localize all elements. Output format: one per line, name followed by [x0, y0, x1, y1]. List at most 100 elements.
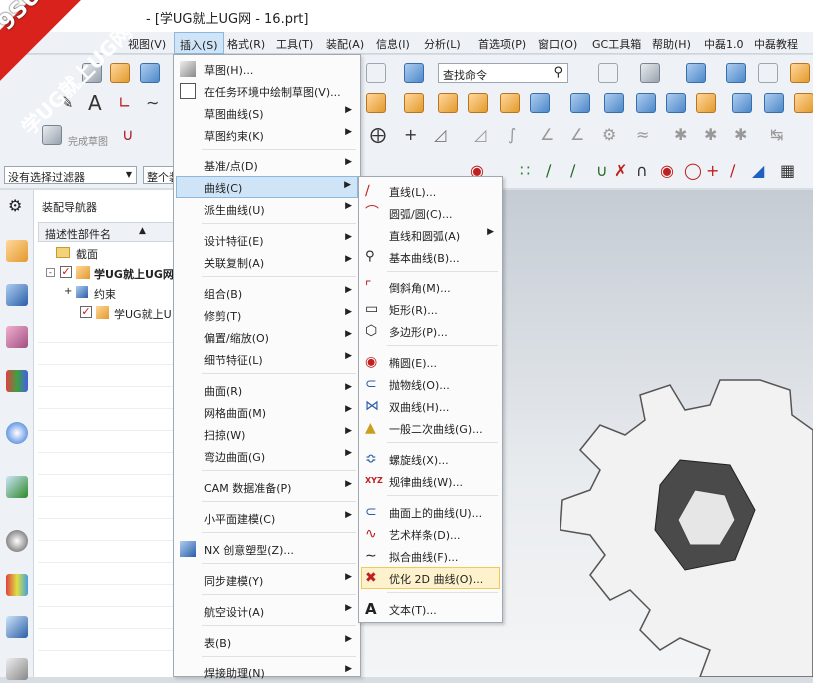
- snap-midpoint-icon[interactable]: ∕: [570, 161, 575, 181]
- save-icon[interactable]: [140, 63, 160, 83]
- submenu-item-arc-circle[interactable]: ⌒ 圆弧/圆(C)...: [361, 202, 500, 224]
- menu-insert[interactable]: 插入(S): [174, 32, 224, 54]
- submenu-item-polygon[interactable]: ⬡ 多边形(P)...: [361, 320, 500, 342]
- menu-item-sketch-curve[interactable]: 草图曲线(S) ▶: [176, 102, 358, 124]
- datum-csys-icon[interactable]: ∟: [118, 93, 131, 113]
- fit-view-icon[interactable]: [598, 63, 618, 83]
- show-constraints-icon[interactable]: ✱: [674, 125, 687, 145]
- blend-icon[interactable]: [604, 93, 624, 113]
- make-corner-icon[interactable]: ∠: [570, 125, 584, 145]
- history-icon[interactable]: [6, 530, 28, 552]
- menu-item-mesh-surface[interactable]: 网格曲面(M) ▶: [176, 401, 358, 423]
- menu-window[interactable]: 窗口(O): [538, 36, 577, 52]
- search-icon[interactable]: ⚲: [553, 65, 563, 80]
- open-folder-icon[interactable]: [110, 63, 130, 83]
- checkbox-checked-icon[interactable]: ✓: [60, 266, 72, 278]
- submenu-item-fit-curve[interactable]: ∼ 拟合曲线(F)...: [361, 545, 500, 567]
- submenu-item-general-conic[interactable]: ▲ 一般二次曲线(G)...: [361, 417, 500, 439]
- submenu-item-law-curve[interactable]: XYZ 规律曲线(W)...: [361, 470, 500, 492]
- point-icon[interactable]: +: [404, 125, 417, 145]
- sort-up-icon[interactable]: ▲: [139, 226, 146, 236]
- reuse-library-icon[interactable]: [6, 370, 28, 392]
- menu-information[interactable]: 信息(I): [376, 36, 410, 52]
- menu-item-sketch-constraint[interactable]: 草图约束(K) ▶: [176, 124, 358, 146]
- submenu-item-hyperbola[interactable]: ⋈ 双曲线(H)...: [361, 395, 500, 417]
- profile-icon[interactable]: ∪: [122, 125, 134, 145]
- menu-item-surface[interactable]: 曲面(R) ▶: [176, 379, 358, 401]
- shell-icon[interactable]: [570, 93, 590, 113]
- menu-item-trim[interactable]: 修剪(T) ▶: [176, 304, 358, 326]
- checkbox-checked-icon[interactable]: ✓: [80, 306, 92, 318]
- menu-zhonglei[interactable]: 中磊1.0: [704, 36, 744, 52]
- select-icon[interactable]: [366, 63, 386, 83]
- expand-icon[interactable]: +: [64, 286, 72, 297]
- spline-icon[interactable]: ∼: [146, 93, 159, 113]
- settings-gear-icon[interactable]: ⚙: [8, 196, 22, 215]
- assembly-navigator-icon[interactable]: [6, 240, 28, 262]
- snap-control-icon[interactable]: ∪: [596, 161, 608, 181]
- menu-help[interactable]: 帮助(H): [652, 36, 691, 52]
- menu-gc-toolkit[interactable]: GC工具箱: [592, 36, 641, 52]
- submenu-item-rectangle[interactable]: ▭ 矩形(R)...: [361, 298, 500, 320]
- menu-item-curve[interactable]: 曲线(C) ▶: [176, 176, 358, 198]
- menu-analysis[interactable]: 分析(L): [424, 36, 461, 52]
- mirror-icon[interactable]: [794, 93, 813, 113]
- menu-format[interactable]: 格式(R): [227, 36, 265, 52]
- pattern-icon[interactable]: [438, 93, 458, 113]
- menu-item-sketch[interactable]: 草图(H)...: [176, 58, 358, 80]
- text-tool-icon[interactable]: A: [88, 93, 102, 113]
- fillet-sketch-icon[interactable]: ◿: [434, 125, 446, 145]
- menu-tools[interactable]: 工具(T): [276, 36, 313, 52]
- snap-arc-center-icon[interactable]: ∩: [636, 161, 648, 181]
- menu-preferences[interactable]: 首选项(P): [478, 36, 526, 52]
- menu-item-nx-realize-shape[interactable]: NX 创意塑型(Z)...: [176, 538, 358, 560]
- constraint-navigator-icon[interactable]: [6, 284, 28, 306]
- snap-center-icon[interactable]: ◉: [660, 161, 674, 181]
- process-studio-icon[interactable]: [6, 616, 28, 638]
- menu-item-derived-curve[interactable]: 派生曲线(U) ▶: [176, 198, 358, 220]
- snap-on-curve-icon[interactable]: ∕: [730, 161, 735, 181]
- menu-assembly[interactable]: 装配(A): [326, 36, 364, 52]
- column-header[interactable]: 描述性部件名 ▲: [38, 222, 174, 242]
- finish-sketch-label[interactable]: 完成草图: [68, 133, 108, 148]
- submenu-item-basic-curve[interactable]: ⚲ 基本曲线(B)...: [361, 246, 500, 268]
- wireframe-cube-icon[interactable]: [758, 63, 778, 83]
- quick-trim-icon[interactable]: ∫: [508, 125, 516, 145]
- submenu-item-studio-spline[interactable]: ∿ 艺术样条(D)...: [361, 523, 500, 545]
- menu-item-offset-scale[interactable]: 偏置/缩放(O) ▶: [176, 326, 358, 348]
- chamfer-tool-icon[interactable]: [636, 93, 656, 113]
- circle-icon[interactable]: ⨁: [370, 125, 386, 145]
- background-icon[interactable]: [790, 63, 810, 83]
- menu-item-synchronous-modeling[interactable]: 同步建模(Y) ▶: [176, 569, 358, 591]
- snap-bounded-grid-icon[interactable]: ▦: [780, 161, 795, 181]
- snap-quadrant-icon[interactable]: ◯: [684, 161, 702, 181]
- command-search-input[interactable]: 查找命令 ⚲: [438, 63, 568, 83]
- web-browser-icon[interactable]: [6, 476, 28, 498]
- menu-zhonglei-tutorial[interactable]: 中磊教程: [754, 36, 798, 52]
- gear-model[interactable]: [560, 370, 813, 677]
- unite-icon[interactable]: [500, 93, 520, 113]
- snap-endpoint-icon[interactable]: ∕: [546, 161, 551, 181]
- snap-point-icon[interactable]: +: [706, 161, 719, 181]
- part-navigator-icon[interactable]: [6, 326, 28, 348]
- selection-filter-select[interactable]: 没有选择过滤器 ▼: [4, 166, 137, 184]
- sweep-icon[interactable]: [530, 93, 550, 113]
- menu-item-aerospace-design[interactable]: 航空设计(A) ▶: [176, 600, 358, 622]
- boolean-icon[interactable]: [468, 93, 488, 113]
- submenu-item-line[interactable]: ∕ 直线(L)...: [361, 180, 500, 202]
- submenu-item-text[interactable]: A 文本(T)...: [361, 598, 500, 620]
- info-icon[interactable]: [404, 63, 424, 83]
- snap-intersection-icon[interactable]: ✗: [614, 161, 627, 181]
- extrude-icon[interactable]: [366, 93, 386, 113]
- menu-item-combine[interactable]: 组合(B) ▶: [176, 282, 358, 304]
- auto-constrain-icon[interactable]: ≈: [636, 125, 649, 145]
- menu-item-design-feature[interactable]: 设计特征(E) ▶: [176, 229, 358, 251]
- snap-on-face-icon[interactable]: ◢: [752, 161, 764, 181]
- submenu-item-helix[interactable]: ≎ 螺旋线(X)...: [361, 448, 500, 470]
- offset-face-icon[interactable]: [732, 93, 752, 113]
- collapse-icon[interactable]: -: [46, 268, 55, 277]
- info-window-icon[interactable]: [6, 422, 28, 444]
- menu-item-facet-modeling[interactable]: 小平面建模(C) ▶: [176, 507, 358, 529]
- assembly-scope-select[interactable]: 整个装配: [143, 166, 175, 184]
- menu-item-flange-surface[interactable]: 弯边曲面(G) ▶: [176, 445, 358, 467]
